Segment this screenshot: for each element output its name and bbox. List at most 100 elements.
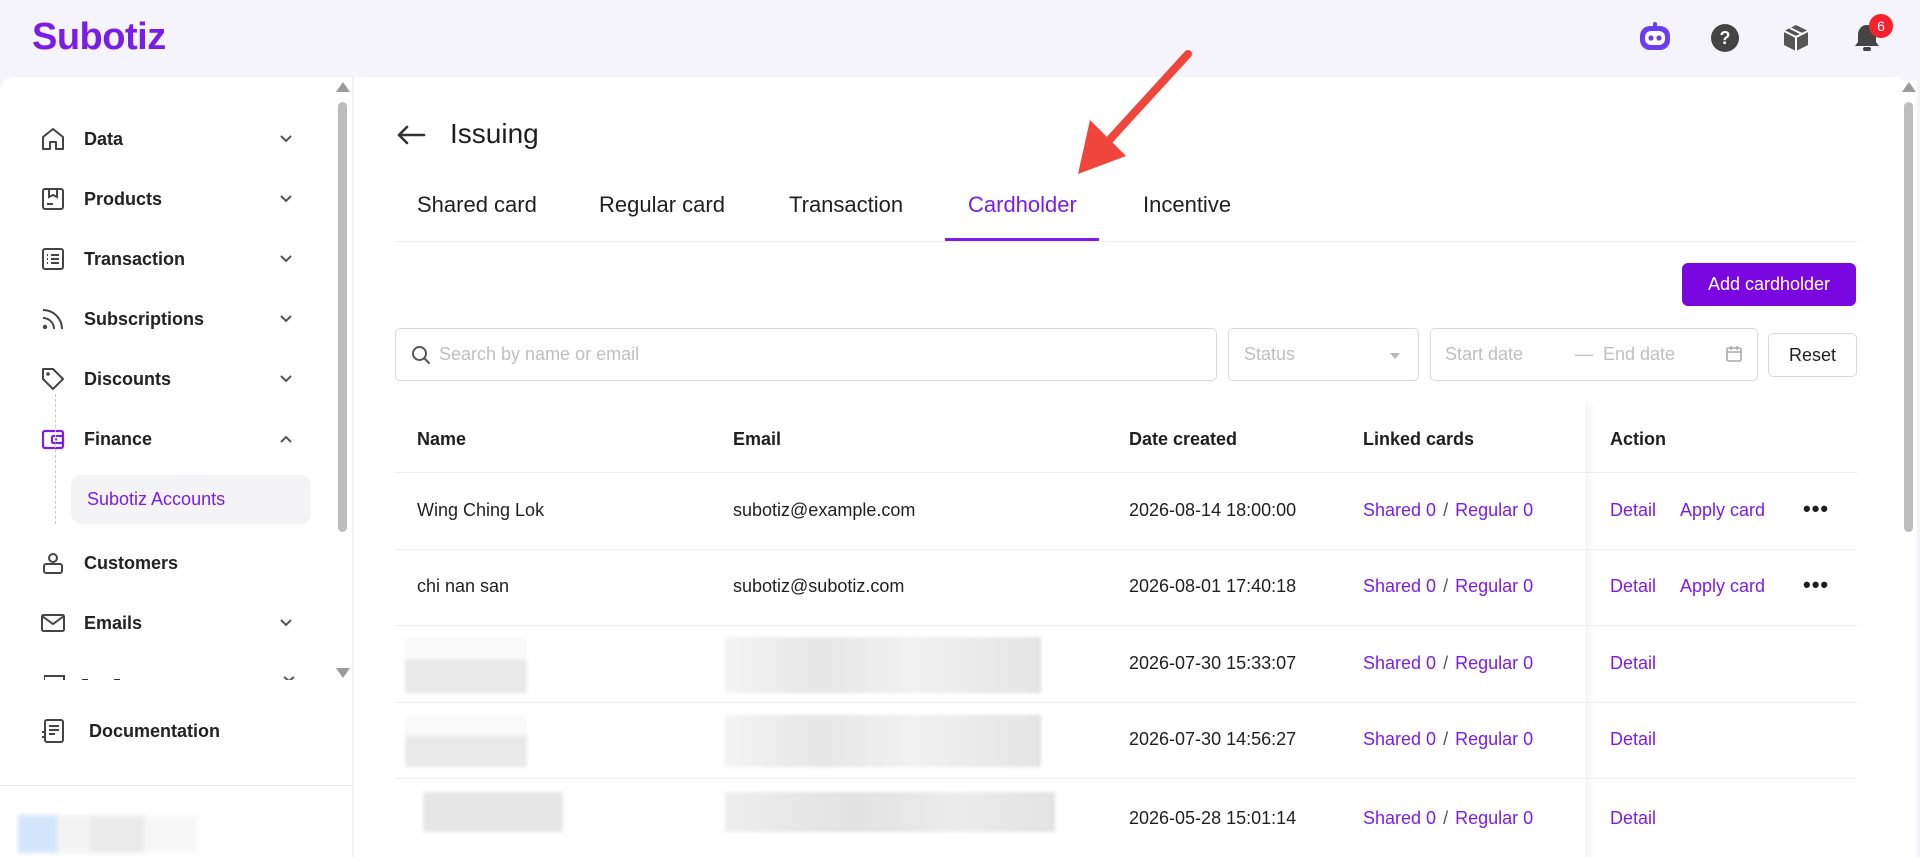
add-cardholder-button[interactable]: Add cardholder (1682, 263, 1856, 306)
column-header-action: Action (1610, 429, 1666, 449)
tab-shared-card[interactable]: Shared card (417, 192, 537, 218)
linked-cards: Shared 0 / Regular 0 (1363, 500, 1533, 521)
date-range-picker[interactable]: — (1430, 328, 1758, 381)
ai-assistant-icon[interactable] (1637, 20, 1673, 56)
scroll-up-arrow-icon[interactable] (1902, 82, 1916, 92)
main-scrollbar[interactable] (1899, 80, 1917, 857)
calendar-icon[interactable] (1725, 345, 1743, 363)
shared-cards-link[interactable]: Shared 0 (1363, 500, 1436, 520)
tab-regular-card[interactable]: Regular card (599, 192, 725, 218)
shared-cards-link[interactable]: Shared 0 (1363, 653, 1436, 673)
status-select[interactable]: Status (1228, 328, 1419, 381)
chevron-down-icon[interactable] (274, 307, 298, 331)
rss-icon (38, 304, 68, 334)
tab-transaction[interactable]: Transaction (789, 192, 903, 218)
sidebar-item-documentation[interactable]: Documentation (38, 711, 298, 751)
regular-cards-link[interactable]: Regular 0 (1455, 576, 1533, 596)
date-created: 2026-07-30 14:56:27 (1129, 729, 1297, 749)
mail-icon (38, 608, 68, 638)
cardholder-email: subotiz@subotiz.com (733, 576, 905, 596)
tag-icon (38, 364, 68, 394)
apply-card-link[interactable]: Apply card (1680, 576, 1765, 597)
table-row: 2026-07-30 15:33:07 Shared 0 / Regular 0 D… (395, 627, 1857, 703)
caret-down-icon (1390, 353, 1400, 359)
brand-logo[interactable]: Subotiz (32, 16, 166, 59)
slash-separator: / (1443, 500, 1449, 520)
slash-separator: / (1443, 653, 1449, 673)
sidebar-item-transaction[interactable]: Transaction (38, 239, 298, 279)
chevron-down-icon[interactable] (274, 187, 298, 211)
detail-link[interactable]: Detail (1610, 500, 1656, 521)
cardholder-email: subotiz@example.com (733, 500, 916, 520)
sidebar-item-subscriptions[interactable]: Subscriptions (38, 299, 298, 339)
linked-cards: Shared 0 / Regular 0 (1363, 576, 1533, 597)
shared-cards-link[interactable]: Shared 0 (1363, 729, 1436, 749)
search-input[interactable] (439, 344, 1199, 365)
slash-separator: / (1443, 576, 1449, 596)
more-actions-icon[interactable]: ••• (1803, 572, 1829, 598)
regular-cards-link[interactable]: Regular 0 (1455, 500, 1533, 520)
redacted-name (423, 792, 563, 832)
sidebar-item-label: Customers (84, 552, 179, 573)
chevron-down-icon[interactable] (274, 367, 298, 391)
chevron-up-icon[interactable] (274, 427, 298, 451)
notification-bell-icon[interactable]: 6 (1849, 14, 1893, 56)
tab-cardholder[interactable]: Cardholder (968, 192, 1077, 218)
detail-link[interactable]: Detail (1610, 808, 1656, 829)
shared-cards-link[interactable]: Shared 0 (1363, 576, 1436, 596)
end-date-input[interactable] (1603, 344, 1713, 365)
regular-cards-link[interactable]: Regular 0 (1455, 653, 1533, 673)
sidebar-item-label: Data (84, 128, 124, 149)
regular-cards-link[interactable]: Regular 0 (1455, 808, 1533, 828)
scrollbar-thumb[interactable] (1904, 102, 1913, 532)
redacted-email (725, 715, 1041, 767)
regular-cards-link[interactable]: Regular 0 (1455, 729, 1533, 749)
chevron-down-icon[interactable] (274, 247, 298, 271)
scrollbar-thumb[interactable] (338, 102, 347, 532)
scroll-down-arrow-icon[interactable] (336, 668, 350, 678)
sidebar-item-emails[interactable]: Emails (38, 603, 298, 643)
date-created: 2026-08-01 17:40:18 (1129, 576, 1297, 596)
annotation-arrow-icon (1078, 50, 1192, 174)
detail-link[interactable]: Detail (1610, 576, 1656, 597)
reset-button[interactable]: Reset (1768, 333, 1857, 377)
more-actions-icon[interactable]: ••• (1803, 496, 1829, 522)
back-arrow-icon[interactable] (394, 118, 428, 152)
sidebar-item-label: Transaction (84, 248, 186, 269)
tab-incentive[interactable]: Incentive (1143, 192, 1231, 218)
redacted-email (725, 637, 1041, 693)
user-profile-redacted[interactable] (18, 815, 198, 853)
sidebar-item-discounts[interactable]: Discounts (38, 359, 298, 399)
sidebar-item-finance[interactable]: Finance (38, 419, 298, 459)
sidebar-item-products[interactable]: Products (38, 179, 298, 219)
sidebar-scrollbar[interactable] (333, 80, 351, 680)
table-row: 2026-07-30 14:56:27 Shared 0 / Regular 0 D… (395, 703, 1857, 779)
chevron-down-icon[interactable] (274, 611, 298, 635)
redacted-name (405, 637, 527, 693)
linked-cards: Shared 0 / Regular 0 (1363, 808, 1533, 829)
chevron-down-icon[interactable] (274, 127, 298, 151)
scroll-up-arrow-icon[interactable] (336, 82, 350, 92)
package-icon[interactable] (1778, 20, 1814, 56)
apply-card-link[interactable]: Apply card (1680, 500, 1765, 521)
column-header-name: Name (417, 429, 467, 449)
sidebar-divider (0, 785, 353, 786)
sidebar: Data Products Transaction Subscriptions … (0, 77, 353, 857)
date-range-separator: — (1575, 344, 1593, 364)
date-created: 2026-07-30 15:33:07 (1129, 653, 1297, 673)
slash-separator: / (1443, 729, 1449, 749)
detail-link[interactable]: Detail (1610, 653, 1656, 674)
search-icon (411, 345, 431, 365)
help-icon[interactable]: ? (1707, 20, 1743, 56)
wallet-icon (38, 424, 68, 454)
sidebar-item-data[interactable]: Data (38, 119, 298, 159)
svg-text:?: ? (1720, 28, 1731, 48)
detail-link[interactable]: Detail (1610, 729, 1656, 750)
search-field[interactable] (395, 328, 1217, 381)
start-date-input[interactable] (1445, 344, 1565, 365)
shared-cards-link[interactable]: Shared 0 (1363, 808, 1436, 828)
list-icon (38, 244, 68, 274)
sidebar-item-customers[interactable]: Customers (38, 543, 298, 583)
sidebar-item-subotiz-accounts[interactable]: Subotiz Accounts (71, 475, 311, 524)
date-created: 2026-05-28 15:01:14 (1129, 808, 1297, 828)
